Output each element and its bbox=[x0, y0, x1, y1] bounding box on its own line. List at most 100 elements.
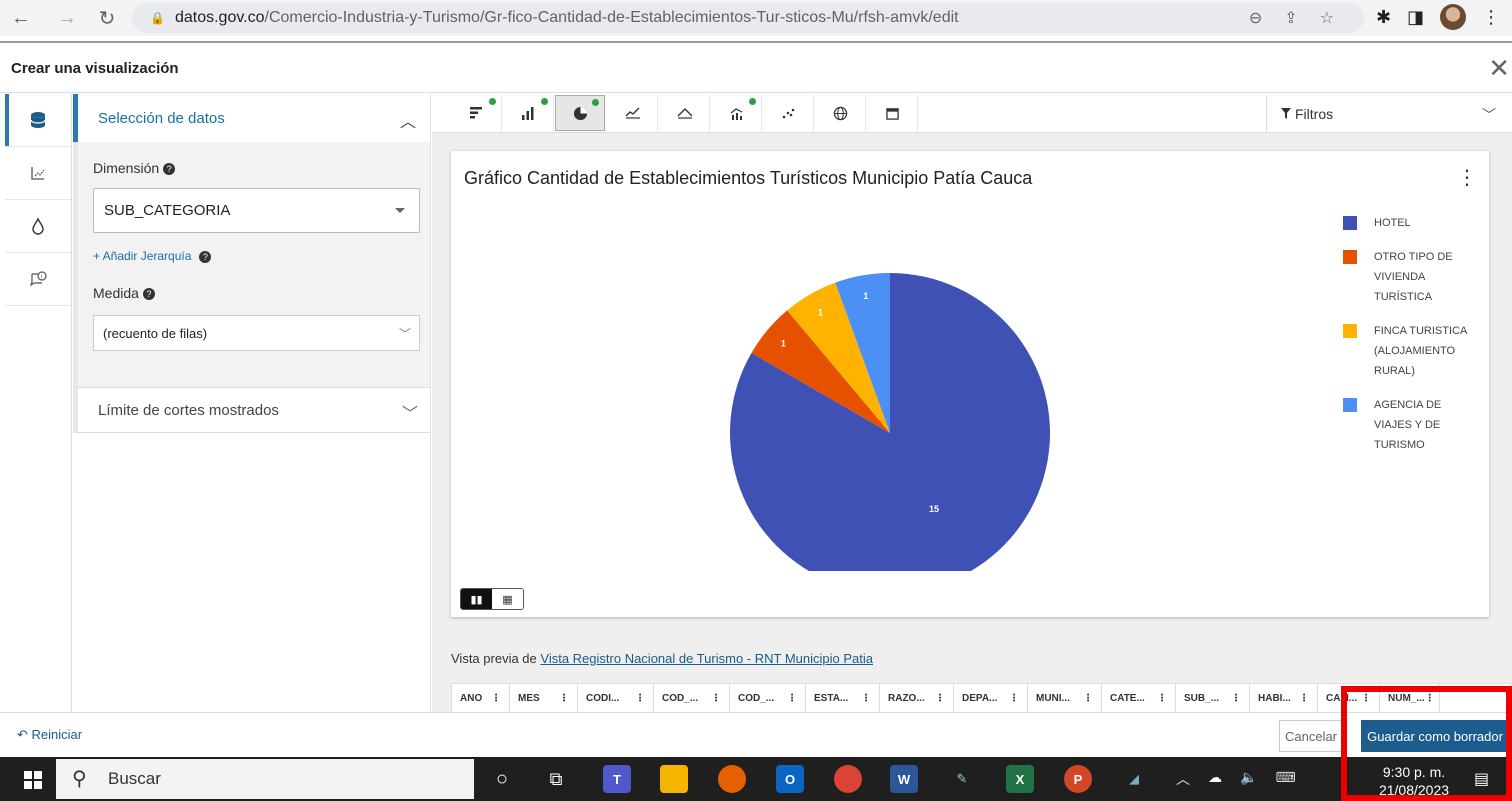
column-menu-icon[interactable]: ⋮ bbox=[1009, 693, 1019, 704]
column-header[interactable]: ESTA... ⋮ bbox=[806, 684, 880, 712]
bookmark-star-icon[interactable]: ☆ bbox=[1320, 8, 1334, 28]
powerpoint-icon[interactable]: P bbox=[1064, 765, 1092, 793]
column-menu-icon[interactable]: ⋮ bbox=[935, 693, 945, 704]
dataset-link[interactable]: Vista Registro Nacional de Turismo - RNT… bbox=[540, 651, 873, 666]
forward-icon[interactable]: → bbox=[54, 5, 80, 31]
axis-chart-icon[interactable] bbox=[5, 147, 71, 200]
column-menu-icon[interactable]: ⋮ bbox=[491, 693, 501, 704]
table-view-icon[interactable]: ▦ bbox=[492, 589, 523, 609]
scatter-chart-icon[interactable] bbox=[764, 95, 814, 131]
share-icon[interactable]: ⇪ bbox=[1284, 8, 1297, 28]
area-chart-icon[interactable] bbox=[660, 95, 710, 131]
legend-item[interactable]: OTRO TIPO DE VIVIENDA TURÍSTICA bbox=[1343, 247, 1483, 307]
help-icon[interactable]: ? bbox=[163, 163, 176, 175]
globe-map-icon[interactable] bbox=[816, 95, 866, 131]
filters-dropdown[interactable]: Filtros ﹀ bbox=[1266, 96, 1510, 132]
combo-chart-icon[interactable] bbox=[712, 95, 762, 131]
teams-icon[interactable]: T bbox=[603, 765, 631, 793]
column-menu-icon[interactable]: ⋮ bbox=[559, 693, 569, 704]
file-explorer-icon[interactable] bbox=[660, 765, 688, 793]
browser-menu-icon[interactable]: ⋮ bbox=[1482, 7, 1500, 28]
zoom-icon[interactable]: ⊖ bbox=[1249, 8, 1262, 28]
word-icon[interactable]: W bbox=[890, 765, 918, 793]
chevron-down-icon[interactable]: ﹀ bbox=[402, 400, 418, 424]
volume-icon[interactable]: 🔈 bbox=[1240, 769, 1257, 789]
legend-item[interactable]: HOTEL bbox=[1343, 213, 1483, 233]
column-menu-icon[interactable]: ⋮ bbox=[1425, 693, 1435, 704]
save-draft-button[interactable]: Guardar como borrador bbox=[1361, 720, 1509, 752]
address-bar-actions: ⊖ ⇪ ☆ bbox=[1249, 8, 1334, 28]
chart-view-icon[interactable]: ▮▮ bbox=[461, 589, 492, 609]
snipping-tool-icon[interactable]: ◢ bbox=[1120, 765, 1148, 793]
outlook-icon[interactable]: O bbox=[776, 765, 804, 793]
column-header[interactable]: CATE... ⋮ bbox=[1102, 684, 1176, 712]
column-header[interactable]: MES ⋮ bbox=[510, 684, 578, 712]
column-chart-icon[interactable] bbox=[504, 95, 554, 131]
help-icon[interactable]: ? bbox=[142, 288, 155, 300]
legend-label: VIAJES Y DE bbox=[1374, 419, 1441, 431]
task-view-icon[interactable]: ⧉ bbox=[542, 765, 570, 793]
line-chart-icon[interactable] bbox=[608, 95, 658, 131]
column-header[interactable]: RAZO... ⋮ bbox=[880, 684, 954, 712]
column-header-label: HABI... bbox=[1258, 692, 1291, 704]
info-comment-icon[interactable]: i bbox=[5, 253, 71, 306]
column-menu-icon[interactable]: ⋮ bbox=[1083, 693, 1093, 704]
notifications-icon[interactable]: ▤ bbox=[1474, 769, 1489, 789]
cancel-button[interactable]: Cancelar bbox=[1279, 720, 1343, 752]
data-selection-header[interactable]: Selección de datos ︿ bbox=[73, 94, 430, 142]
column-header[interactable]: COD_... ⋮ bbox=[654, 684, 730, 712]
windows-start-icon[interactable] bbox=[24, 771, 42, 789]
column-header-label: MUNI... bbox=[1036, 692, 1070, 704]
excel-icon[interactable]: X bbox=[1006, 765, 1034, 793]
column-menu-icon[interactable]: ⋮ bbox=[787, 693, 797, 704]
column-header[interactable]: COD_... ⋮ bbox=[730, 684, 806, 712]
column-header-label: COD_... bbox=[738, 692, 775, 704]
chevron-up-icon[interactable]: ︿ bbox=[1176, 769, 1190, 789]
column-menu-icon[interactable]: ⋮ bbox=[635, 693, 645, 704]
column-header[interactable]: SUB_... ⋮ bbox=[1176, 684, 1250, 712]
extensions-puzzle-icon[interactable]: ✱ bbox=[1376, 7, 1391, 28]
color-drop-icon[interactable] bbox=[5, 200, 71, 253]
legend-item[interactable]: AGENCIA DE VIAJES Y DE TURISMO bbox=[1343, 395, 1483, 455]
column-header[interactable]: DEPA... ⋮ bbox=[954, 684, 1028, 712]
add-hierarchy-link[interactable]: + Añadir Jerarquía? bbox=[93, 249, 420, 263]
reload-icon[interactable]: ↻ bbox=[94, 5, 120, 31]
column-header[interactable]: CODI... ⋮ bbox=[578, 684, 654, 712]
close-icon[interactable]: ✕ bbox=[1488, 53, 1510, 84]
column-header[interactable]: ANO ⋮ bbox=[452, 684, 510, 712]
calendar-icon[interactable] bbox=[868, 95, 918, 131]
chevron-up-icon[interactable]: ︿ bbox=[400, 108, 416, 132]
column-menu-icon[interactable]: ⋮ bbox=[1157, 693, 1167, 704]
legend-item[interactable]: FINCA TURISTICA (ALOJAMIENTO RURAL) bbox=[1343, 321, 1483, 381]
database-icon[interactable] bbox=[5, 94, 71, 147]
column-menu-icon[interactable]: ⋮ bbox=[1361, 693, 1371, 704]
address-bar[interactable]: 🔒 datos.gov.co/Comercio-Industria-y-Turi… bbox=[132, 3, 1364, 33]
measure-select[interactable]: (recuento de filas) ﹀ bbox=[93, 315, 420, 351]
taskbar-search[interactable]: ⚲ Buscar bbox=[56, 759, 474, 799]
dimension-select[interactable]: SUB_CATEGORIA bbox=[93, 188, 420, 233]
column-header[interactable]: CAM... ⋮ bbox=[1318, 684, 1380, 712]
column-menu-icon[interactable]: ⋮ bbox=[711, 693, 721, 704]
column-menu-icon[interactable]: ⋮ bbox=[1299, 693, 1309, 704]
chrome-icon[interactable] bbox=[834, 765, 862, 793]
help-icon[interactable]: ? bbox=[199, 251, 212, 263]
side-panel-icon[interactable]: ◨ bbox=[1407, 7, 1424, 28]
column-menu-icon[interactable]: ⋮ bbox=[1231, 693, 1241, 704]
column-header[interactable]: HABI... ⋮ bbox=[1250, 684, 1318, 712]
reset-button[interactable]: ↶ Reiniciar bbox=[17, 727, 82, 743]
pie-chart-icon[interactable] bbox=[555, 95, 605, 131]
column-menu-icon[interactable]: ⋮ bbox=[861, 693, 871, 704]
back-icon[interactable]: ← bbox=[8, 5, 34, 31]
horizontal-bar-chart-icon[interactable] bbox=[452, 95, 502, 131]
cortana-icon[interactable]: ○ bbox=[488, 765, 516, 793]
column-header[interactable]: NUM_... ⋮ bbox=[1380, 684, 1440, 712]
taskbar-clock[interactable]: 9:30 p. m. 21/08/2023 bbox=[1374, 763, 1454, 799]
slice-limit-section[interactable]: Límite de cortes mostrados ﹀ bbox=[73, 387, 430, 433]
onedrive-icon[interactable]: ☁ bbox=[1208, 769, 1222, 789]
keyboard-icon[interactable]: ⌨ bbox=[1275, 769, 1295, 789]
column-header[interactable]: MUNI... ⋮ bbox=[1028, 684, 1102, 712]
paint-icon[interactable]: ✎ bbox=[948, 765, 976, 793]
profile-avatar[interactable] bbox=[1440, 4, 1467, 30]
slice-value-label: 1 bbox=[818, 307, 823, 317]
firefox-icon[interactable] bbox=[718, 765, 746, 793]
